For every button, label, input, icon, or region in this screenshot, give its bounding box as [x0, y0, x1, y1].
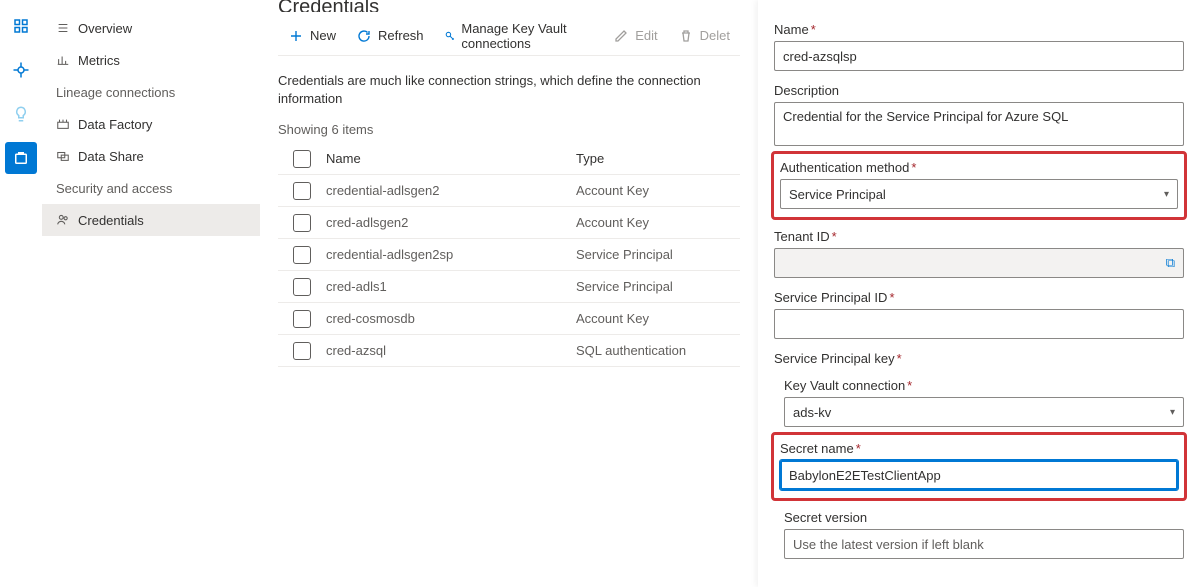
refresh-button[interactable]: Refresh	[346, 20, 434, 52]
row-checkbox[interactable]	[293, 342, 311, 360]
secret-name-highlight: Secret name* BabylonE2ETestClientApp	[774, 435, 1184, 498]
cell-type: Account Key	[576, 215, 740, 230]
chevron-down-icon: ▾	[1170, 407, 1175, 418]
sp-id-input[interactable]	[774, 309, 1184, 339]
col-type[interactable]: Type	[576, 151, 740, 166]
sp-key-label: Service Principal key*	[774, 351, 1184, 366]
secret-version-input[interactable]: Use the latest version if left blank	[784, 529, 1184, 559]
table-header: Name Type	[278, 143, 740, 175]
page-description: Credentials are much like connection str…	[278, 72, 740, 108]
secret-name-input[interactable]: BabylonE2ETestClientApp	[780, 460, 1178, 490]
command-bar: New Refresh Manage Key Vault connections…	[278, 16, 740, 56]
auth-method-select[interactable]: Service Principal ▾	[780, 179, 1178, 209]
description-textarea[interactable]	[774, 102, 1184, 146]
main-content: Credentials New Refresh Manage Key Vault…	[260, 0, 758, 587]
manage-keyvault-button[interactable]: Manage Key Vault connections	[434, 20, 604, 52]
name-label: Name*	[774, 22, 1184, 37]
kv-connection-select[interactable]: ads-kv ▾	[784, 397, 1184, 427]
row-checkbox[interactable]	[293, 182, 311, 200]
row-checkbox[interactable]	[293, 278, 311, 296]
sidenav-metrics[interactable]: Metrics	[42, 44, 260, 76]
nav-icon-insights[interactable]	[5, 98, 37, 130]
col-name[interactable]: Name	[326, 151, 576, 166]
chart-icon	[56, 53, 78, 67]
delete-button: Delet	[668, 20, 740, 52]
table-row[interactable]: cred-cosmosdbAccount Key	[278, 303, 740, 335]
cell-type: Service Principal	[576, 279, 740, 294]
copy-icon[interactable]: ⧉	[1166, 255, 1175, 271]
edit-button: Edit	[603, 20, 667, 52]
tenant-id-input[interactable]: ⧉	[774, 248, 1184, 278]
credentials-table: Name Type credential-adlsgen2Account Key…	[278, 143, 740, 367]
table-row[interactable]: cred-adlsgen2Account Key	[278, 207, 740, 239]
cell-type: Account Key	[576, 183, 740, 198]
new-button[interactable]: New	[278, 20, 346, 52]
cell-name: cred-azsql	[326, 343, 576, 358]
row-checkbox[interactable]	[293, 246, 311, 264]
cell-name: cred-cosmosdb	[326, 311, 576, 326]
page-title: Credentials	[278, 0, 740, 12]
side-navigation: Overview Metrics Lineage connections Dat…	[42, 0, 260, 587]
app-icon-bar	[0, 0, 42, 587]
sidenav-credentials[interactable]: Credentials	[42, 204, 260, 236]
factory-icon	[56, 117, 78, 131]
row-checkbox[interactable]	[293, 214, 311, 232]
auth-method-highlight: Authentication method* Service Principal…	[774, 154, 1184, 217]
nav-icon-management[interactable]	[5, 142, 37, 174]
items-count: Showing 6 items	[278, 122, 740, 137]
sidenav-data-factory[interactable]: Data Factory	[42, 108, 260, 140]
table-row[interactable]: cred-adls1Service Principal	[278, 271, 740, 303]
sidenav-label: Data Factory	[78, 117, 152, 132]
sidenav-label: Credentials	[78, 213, 144, 228]
table-row[interactable]: credential-adlsgen2spService Principal	[278, 239, 740, 271]
table-row[interactable]: cred-azsqlSQL authentication	[278, 335, 740, 367]
table-row[interactable]: credential-adlsgen2Account Key	[278, 175, 740, 207]
sidenav-label: Overview	[78, 21, 132, 36]
sidenav-label: Metrics	[78, 53, 120, 68]
sidenav-data-share[interactable]: Data Share	[42, 140, 260, 172]
select-all-checkbox[interactable]	[293, 150, 311, 168]
description-label: Description	[774, 83, 1184, 98]
sp-id-label: Service Principal ID*	[774, 290, 1184, 305]
users-icon	[56, 213, 78, 227]
auth-method-label: Authentication method*	[780, 160, 1178, 175]
nav-icon-map[interactable]	[5, 54, 37, 86]
cell-type: Service Principal	[576, 247, 740, 262]
sidenav-label: Data Share	[78, 149, 144, 164]
cell-name: cred-adlsgen2	[326, 215, 576, 230]
cell-name: credential-adlsgen2	[326, 183, 576, 198]
share-icon	[56, 149, 78, 163]
cell-type: SQL authentication	[576, 343, 740, 358]
new-credential-panel: Name* cred-azsqlsp Description Authentic…	[758, 0, 1200, 587]
kv-connection-label: Key Vault connection*	[784, 378, 1184, 393]
chevron-down-icon: ▾	[1164, 189, 1169, 200]
nav-icon-sources[interactable]	[5, 10, 37, 42]
cell-name: cred-adls1	[326, 279, 576, 294]
tenant-id-label: Tenant ID*	[774, 229, 1184, 244]
sidenav-section-lineage: Lineage connections	[42, 76, 260, 108]
list-icon	[56, 21, 78, 35]
cell-name: credential-adlsgen2sp	[326, 247, 576, 262]
sidenav-section-security: Security and access	[42, 172, 260, 204]
sidenav-overview[interactable]: Overview	[42, 12, 260, 44]
name-input[interactable]: cred-azsqlsp	[774, 41, 1184, 71]
secret-version-label: Secret version	[784, 510, 1184, 525]
secret-name-label: Secret name*	[780, 441, 1178, 456]
row-checkbox[interactable]	[293, 310, 311, 328]
cell-type: Account Key	[576, 311, 740, 326]
